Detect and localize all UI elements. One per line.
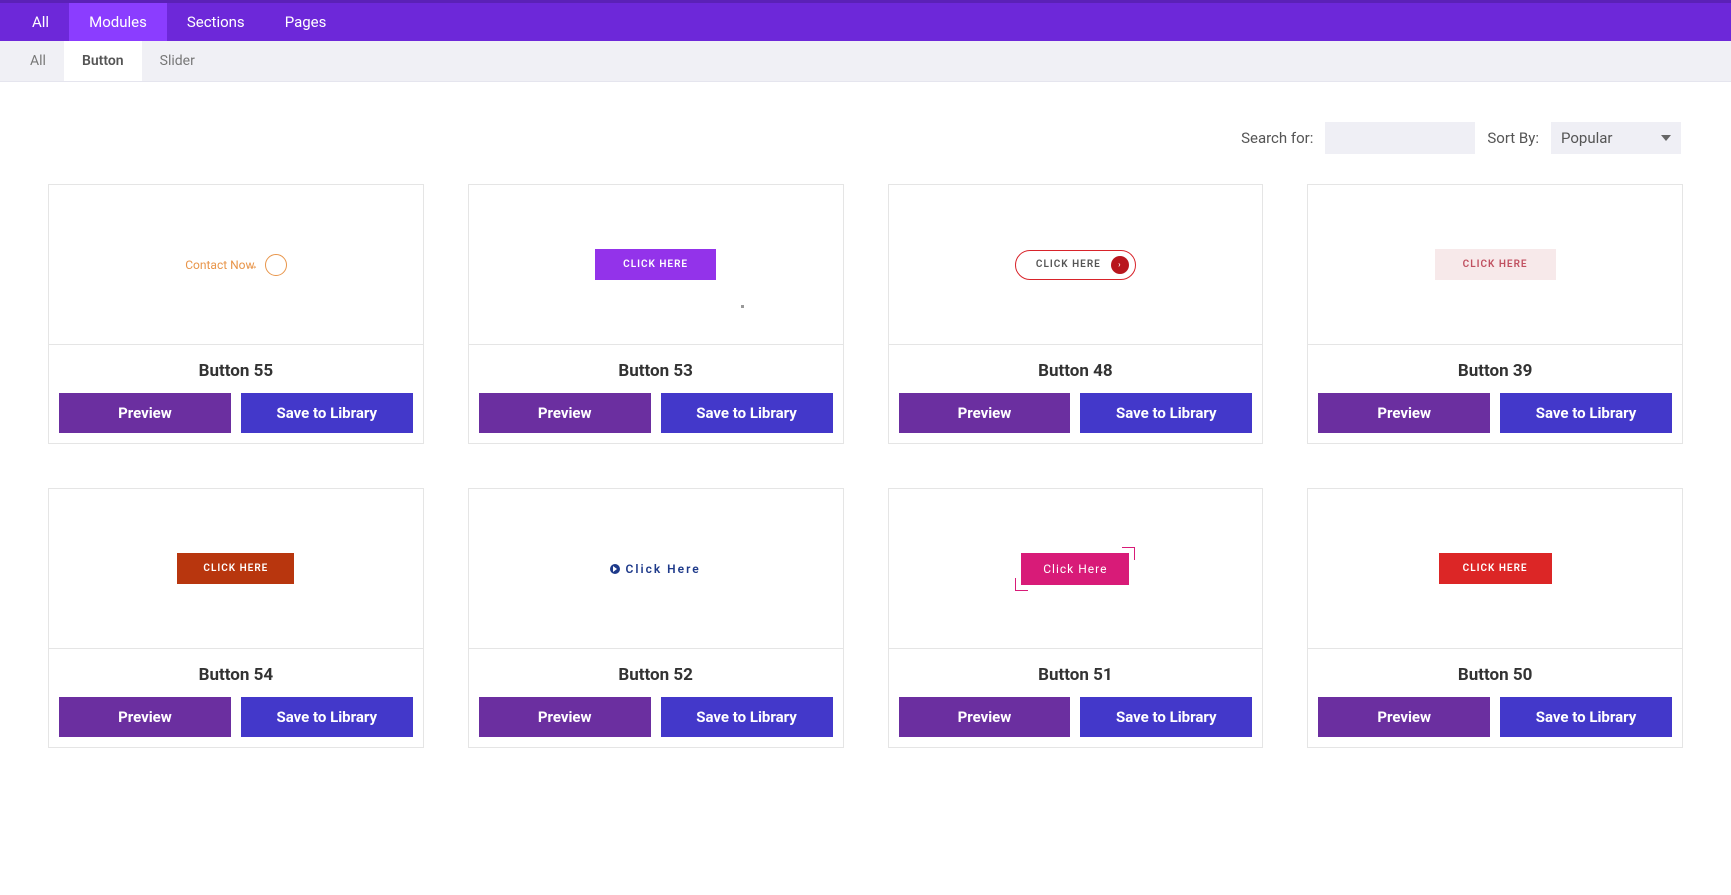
tab-pages[interactable]: Pages — [265, 3, 347, 41]
save-to-library-button[interactable]: Save to Library — [661, 697, 833, 737]
subtab-all[interactable]: All — [12, 41, 64, 81]
layout-thumbnail: CLICK HERE — [1308, 185, 1682, 345]
sort-select[interactable]: Popular — [1551, 122, 1681, 154]
sample-button-purple: CLICK HERE — [595, 249, 716, 280]
layouts-grid: Contact Now → Button 55 Preview Save to … — [0, 184, 1731, 748]
secondary-tabs: All Button Slider — [0, 41, 1731, 82]
preview-button[interactable]: Preview — [59, 697, 231, 737]
layout-card: CLICK HERE Button 50 Preview Save to Lib… — [1307, 488, 1683, 748]
layout-title: Button 48 — [889, 345, 1263, 393]
layout-thumbnail: CLICK HERE — [49, 489, 423, 649]
search-input[interactable] — [1325, 122, 1475, 154]
sample-button-wrapper: CLICK HERE — [595, 249, 716, 280]
card-actions: Preview Save to Library — [49, 697, 423, 747]
layout-card: CLICK HERE › Button 48 Preview Save to L… — [888, 184, 1264, 444]
card-actions: Preview Save to Library — [1308, 393, 1682, 443]
search-label: Search for: — [1241, 129, 1313, 147]
layout-card: CLICK HERE Button 54 Preview Save to Lib… — [48, 488, 424, 748]
preview-button[interactable]: Preview — [899, 697, 1071, 737]
circle-arrow-icon: › — [1111, 256, 1129, 274]
preview-button[interactable]: Preview — [479, 697, 651, 737]
layout-thumbnail: CLICK HERE — [1308, 489, 1682, 649]
layout-thumbnail: CLICK HERE — [469, 185, 843, 345]
preview-button[interactable]: Preview — [899, 393, 1071, 433]
layout-card: Contact Now → Button 55 Preview Save to … — [48, 184, 424, 444]
save-to-library-button[interactable]: Save to Library — [1080, 393, 1252, 433]
layout-library-panel: All Modules Sections Pages All Button Sl… — [0, 0, 1731, 788]
save-to-library-button[interactable]: Save to Library — [661, 393, 833, 433]
save-to-library-button[interactable]: Save to Library — [241, 393, 413, 433]
card-actions: Preview Save to Library — [889, 697, 1263, 747]
sample-button-label: Contact Now — [185, 258, 254, 272]
layout-thumbnail: CLICK HERE › — [889, 185, 1263, 345]
preview-button[interactable]: Preview — [479, 393, 651, 433]
layout-title: Button 55 — [49, 345, 423, 393]
tab-all[interactable]: All — [12, 3, 69, 41]
save-to-library-button[interactable]: Save to Library — [1500, 697, 1672, 737]
layout-thumbnail: Contact Now → — [49, 185, 423, 345]
sort-label: Sort By: — [1487, 129, 1539, 147]
layout-title: Button 39 — [1308, 345, 1682, 393]
sample-button-navy-text: Click Here — [610, 562, 700, 576]
subtab-slider[interactable]: Slider — [142, 41, 213, 81]
controls-row: Search for: Sort By: Popular — [0, 82, 1731, 184]
save-to-library-button[interactable]: Save to Library — [241, 697, 413, 737]
sample-button-contact-now: Contact Now → — [185, 254, 286, 276]
subtab-button[interactable]: Button — [64, 41, 142, 81]
layout-card: Click Here Button 52 Preview Save to Lib… — [468, 488, 844, 748]
save-to-library-button[interactable]: Save to Library — [1080, 697, 1252, 737]
arrow-right-icon: → — [247, 258, 259, 272]
sample-button-pink-faded: CLICK HERE — [1435, 249, 1556, 280]
sort-selected-value: Popular — [1561, 129, 1613, 147]
card-actions: Preview Save to Library — [1308, 697, 1682, 747]
layout-thumbnail: Click Here — [469, 489, 843, 649]
circle-outline-icon — [265, 254, 287, 276]
card-actions: Preview Save to Library — [49, 393, 423, 443]
tab-sections[interactable]: Sections — [167, 3, 265, 41]
card-actions: Preview Save to Library — [889, 393, 1263, 443]
layout-title: Button 52 — [469, 649, 843, 697]
layout-card: Click Here Button 51 Preview Save to Lib… — [888, 488, 1264, 748]
preview-button[interactable]: Preview — [1318, 697, 1490, 737]
preview-button[interactable]: Preview — [59, 393, 231, 433]
card-actions: Preview Save to Library — [469, 393, 843, 443]
layout-card: CLICK HERE Button 39 Preview Save to Lib… — [1307, 184, 1683, 444]
layout-title: Button 53 — [469, 345, 843, 393]
preview-button[interactable]: Preview — [1318, 393, 1490, 433]
sample-button-label: Click Here — [1021, 553, 1129, 585]
sample-button-pink-bracket: Click Here — [1021, 553, 1129, 585]
layout-title: Button 50 — [1308, 649, 1682, 697]
save-to-library-button[interactable]: Save to Library — [1500, 393, 1672, 433]
layout-title: Button 51 — [889, 649, 1263, 697]
layout-thumbnail: Click Here — [889, 489, 1263, 649]
layout-card: CLICK HERE Button 53 Preview Save to Lib… — [468, 184, 844, 444]
play-circle-icon — [610, 564, 620, 574]
card-actions: Preview Save to Library — [469, 697, 843, 747]
chevron-down-icon — [1661, 135, 1671, 141]
layout-title: Button 54 — [49, 649, 423, 697]
sample-button-label: CLICK HERE — [1036, 259, 1101, 270]
sample-button-pill-red: CLICK HERE › — [1015, 250, 1136, 280]
sample-button-label: Click Here — [625, 562, 700, 576]
sample-button-brick: CLICK HERE — [177, 553, 294, 584]
primary-tabs: All Modules Sections Pages — [0, 0, 1731, 41]
sample-button-red: CLICK HERE — [1439, 553, 1552, 584]
tab-modules[interactable]: Modules — [69, 3, 167, 41]
